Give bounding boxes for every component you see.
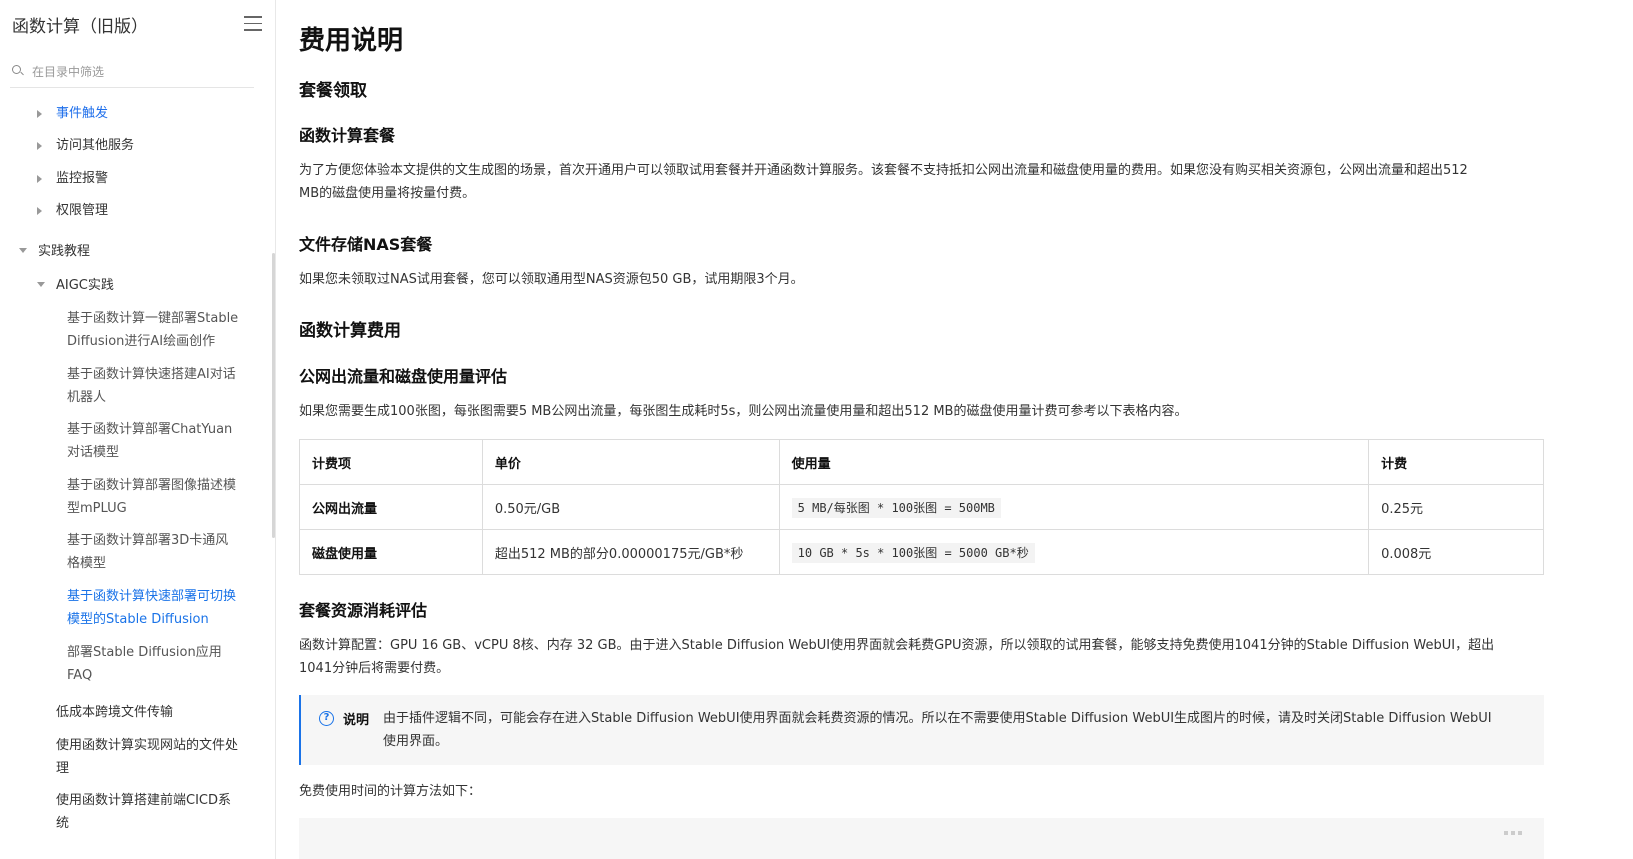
expand-arrow-icon[interactable]: [37, 110, 42, 118]
sidebar: 函数计算（旧版） 事件触发 访问其他服务 监控报警 权限管理 实践教程 AIGC…: [0, 0, 276, 859]
sidebar-item-frontend-cicd[interactable]: 使用函数计算搭建前端CICD系 统: [56, 789, 231, 835]
code-block: [299, 818, 1544, 859]
table-row: 磁盘使用量 超出512 MB的部分0.00000175元/GB*秒 10 GB …: [299, 529, 1544, 575]
section-heading-fc-cost: 函数计算费用: [299, 321, 401, 341]
sidebar-item-chatyuan[interactable]: 基于函数计算部署ChatYuan 对话模型: [67, 418, 232, 464]
table-cell: 磁盘使用量: [299, 529, 483, 575]
cost-table: 计费项 单价 使用量 计费 公网出流量 0.50元/GB 5 MB/每张图 * …: [299, 439, 1544, 575]
table-header-cell: 单价: [481, 439, 780, 485]
note-text: 由于插件逻辑不同，可能会存在进入Stable Diffusion WebUI使用…: [383, 711, 1492, 749]
paragraph-traffic-disk: 如果您需要生成100张图，每张图需要5 MB公网出流量，每张图生成耗时5s，则公…: [299, 404, 1188, 419]
paragraph-free-time: 免费使用时间的计算方法如下：: [299, 784, 482, 799]
collapse-arrow-icon[interactable]: [19, 248, 27, 253]
paragraph-resource-consumption: 函数计算配置：GPU 16 GB、vCPU 8核、内存 32 GB。由于进入St…: [299, 638, 1495, 676]
table-header-row: 计费项 单价 使用量 计费: [299, 439, 1544, 485]
code-toolbar: [1504, 820, 1534, 835]
collapse-arrow-icon[interactable]: [37, 282, 45, 287]
table-cell: 0.008元: [1368, 529, 1544, 575]
table-row: 公网出流量 0.50元/GB 5 MB/每张图 * 100张图 = 500MB …: [299, 484, 1544, 530]
expand-arrow-icon[interactable]: [37, 142, 42, 150]
sidebar-item-tutorials[interactable]: 实践教程: [38, 240, 90, 263]
page-title: 费用说明: [299, 26, 404, 56]
sidebar-item-aigc[interactable]: AIGC实践: [56, 274, 114, 297]
table-header-cell: 计费: [1368, 439, 1544, 485]
question-icon: ?: [319, 711, 334, 726]
table-header-cell: 计费项: [299, 439, 483, 485]
sidebar-item-sd-switch-model[interactable]: 基于函数计算快速部署可切换 模型的Stable Diffusion: [67, 585, 236, 631]
table-header-cell: 使用量: [778, 439, 1370, 485]
table-cell: 0.25元: [1368, 484, 1544, 530]
expand-arrow-icon[interactable]: [37, 175, 42, 183]
menu-icon[interactable]: [244, 16, 262, 32]
subheading-fc-package: 函数计算套餐: [299, 126, 396, 145]
sidebar-item-website-file-processing[interactable]: 使用函数计算实现网站的文件处 理: [56, 734, 238, 780]
section-heading-package: 套餐领取: [299, 81, 367, 101]
note-label: 说明: [343, 713, 370, 728]
sidebar-search: [10, 58, 254, 88]
subheading-nas-package: 文件存储NAS套餐: [299, 235, 433, 254]
main-content: 费用说明 套餐领取 函数计算套餐 为了方便您体验本文提供的文生成图的场景，首次开…: [299, 0, 1549, 859]
table-cell: 公网出流量: [299, 484, 483, 530]
sidebar-item-event-trigger[interactable]: 事件触发: [56, 102, 108, 125]
sidebar-item-monitoring[interactable]: 监控报警: [56, 167, 108, 190]
search-icon: [12, 65, 23, 76]
sidebar-item-3d-cartoon[interactable]: 基于函数计算部署3D卡通风 格模型: [67, 529, 228, 575]
table-cell: 5 MB/每张图 * 100张图 = 500MB: [778, 484, 1370, 530]
table-cell: 10 GB * 5s * 100张图 = 5000 GB*秒: [778, 529, 1370, 575]
sidebar-item-sd-faq[interactable]: 部署Stable Diffusion应用 FAQ: [67, 641, 222, 687]
table-cell: 0.50元/GB: [481, 484, 780, 530]
subheading-traffic-disk: 公网出流量和磁盘使用量评估: [299, 367, 508, 386]
expand-arrow-icon[interactable]: [37, 207, 42, 215]
sidebar-item-mplug[interactable]: 基于函数计算部署图像描述模 型mPLUG: [67, 474, 236, 520]
inline-code: 10 GB * 5s * 100张图 = 5000 GB*秒: [791, 542, 1035, 563]
sidebar-scrollbar[interactable]: [272, 253, 275, 538]
sidebar-item-sd-ai-painting[interactable]: 基于函数计算一键部署Stable Diffusion进行AI绘画创作: [67, 307, 238, 353]
subheading-resource-consumption: 套餐资源消耗评估: [299, 601, 428, 620]
sidebar-item-cross-border-transfer[interactable]: 低成本跨境文件传输: [56, 701, 173, 724]
paragraph-fc-package: 为了方便您体验本文提供的文生成图的场景，首次开通用户可以领取试用套餐并开通函数计…: [299, 163, 1468, 201]
inline-code: 5 MB/每张图 * 100张图 = 500MB: [791, 497, 1001, 518]
sidebar-item-other-services[interactable]: 访问其他服务: [56, 134, 134, 157]
sidebar-item-permissions[interactable]: 权限管理: [56, 199, 108, 222]
sidebar-title: 函数计算（旧版）: [12, 17, 148, 37]
paragraph-nas-package: 如果您未领取过NAS试用套餐，您可以领取通用型NAS资源包50 GB，试用期限3…: [299, 272, 804, 287]
sidebar-item-ai-chatbot[interactable]: 基于函数计算快速搭建AI对话 机器人: [67, 363, 236, 409]
sidebar-header: 函数计算（旧版）: [12, 10, 262, 38]
search-input[interactable]: [32, 62, 242, 82]
table-cell: 超出512 MB的部分0.00000175元/GB*秒: [481, 529, 780, 575]
note-box: ? 说明 由于插件逻辑不同，可能会存在进入Stable Diffusion We…: [299, 695, 1544, 765]
